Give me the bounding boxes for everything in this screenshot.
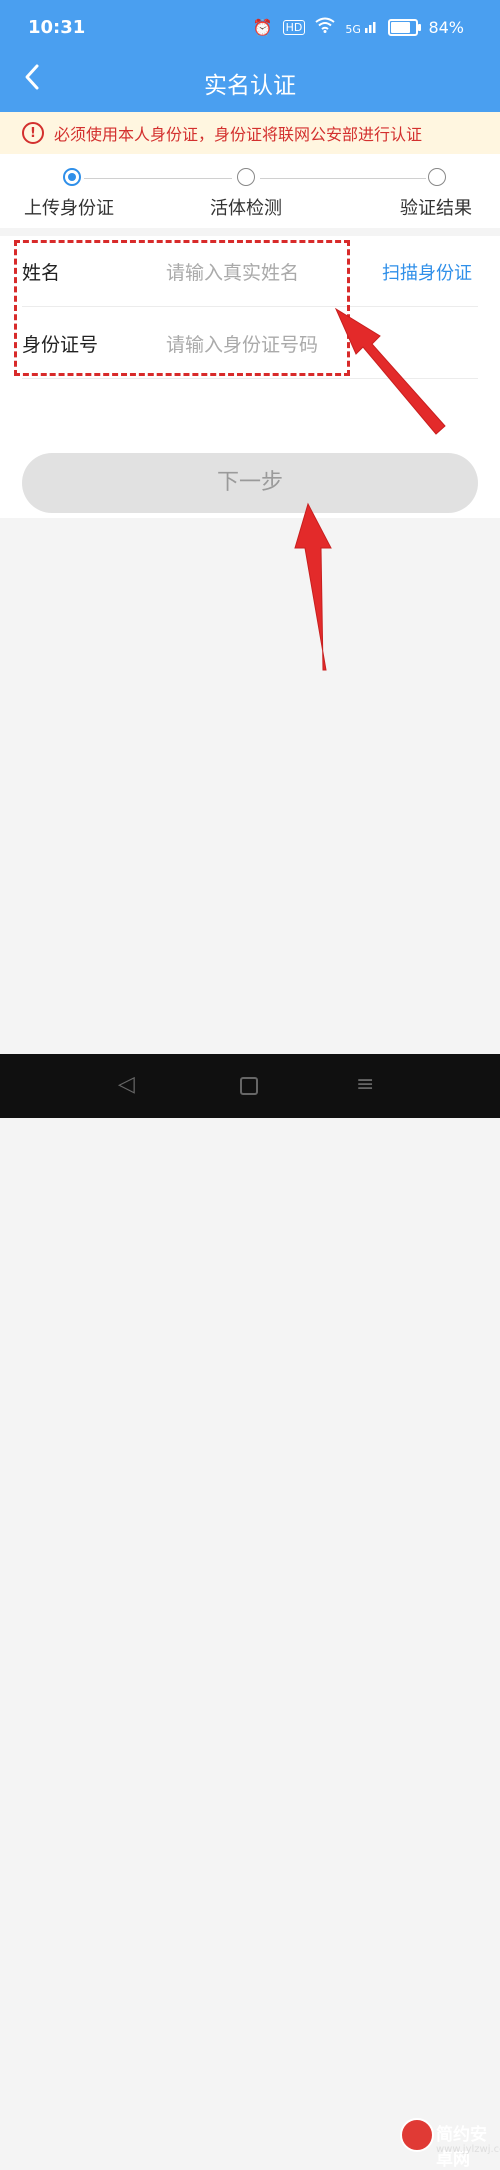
- watermark: 简约安卓网 www.jylzwj.com: [400, 2114, 500, 2170]
- battery-percentage: 84%: [428, 17, 464, 37]
- notice-text: 必须使用本人身份证，身份证将联网公安部进行认证: [54, 125, 423, 144]
- step-connector: [84, 178, 232, 179]
- 5g-signal-icon: 5G: [345, 19, 378, 36]
- status-bar: 10:31 ⏰ HD 5G 84%: [0, 0, 500, 60]
- alarm-icon: ⏰: [252, 17, 273, 37]
- annotation-arrow-to-button: [294, 502, 332, 671]
- step-label-result: 验证结果: [400, 198, 472, 219]
- system-nav-bar: ◁ ≡ 简约安卓网 www.jylzwj.com: [0, 1054, 500, 2170]
- step-label-liveness: 活体检测: [210, 198, 282, 219]
- scan-id-link[interactable]: 扫描身份证: [382, 259, 472, 285]
- status-icons: ⏰ HD 5G 84%: [253, 17, 464, 37]
- home-square-icon[interactable]: [240, 1077, 258, 1095]
- status-time: 10:31: [28, 17, 86, 38]
- step-indicator-active: [63, 168, 81, 186]
- next-step-button[interactable]: 下一步: [22, 453, 478, 513]
- step-label-upload-id: 上传身份证: [24, 198, 114, 219]
- watermark-url: www.jylzwj.com: [436, 2144, 500, 2155]
- notice-banner: ! 必须使用本人身份证，身份证将联网公安部进行认证: [0, 112, 500, 154]
- row-divider: [22, 378, 478, 379]
- step-indicator: [428, 168, 446, 186]
- watermark-logo-icon: [400, 2118, 434, 2152]
- step-indicator: [237, 168, 255, 186]
- step-connector: [260, 178, 426, 179]
- annotation-dashed-box: [14, 240, 350, 376]
- app-header: 10:31 ⏰ HD 5G 84% 实名认证: [0, 0, 500, 112]
- exclamation-circle-icon: !: [22, 122, 44, 144]
- page-title: 实名认证: [204, 73, 296, 99]
- progress-steps: 上传身份证 活体检测 验证结果: [0, 154, 500, 228]
- wifi-icon: [315, 17, 336, 37]
- battery-icon: [388, 18, 422, 36]
- back-triangle-icon[interactable]: ◁: [118, 1072, 135, 1097]
- network-label: 5G: [345, 22, 361, 36]
- battery-fill: [391, 21, 410, 33]
- menu-icon[interactable]: ≡: [356, 1072, 374, 1097]
- hd-icon: HD: [282, 19, 306, 35]
